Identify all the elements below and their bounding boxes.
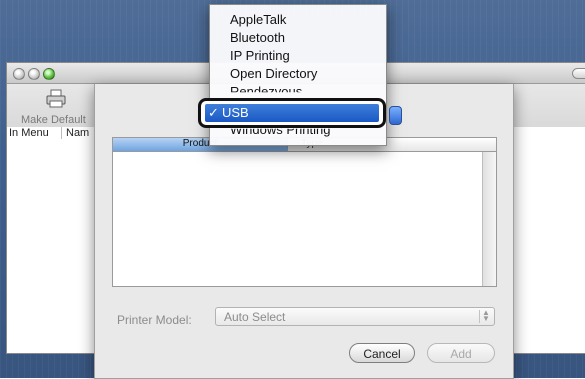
printer-model-select[interactable]: Auto Select ▲ ▼ [215,307,495,326]
column-name[interactable]: Nam [61,127,89,139]
up-down-arrows-icon: ▲ ▼ [479,309,492,323]
menu-item-open-directory[interactable]: Open Directory [230,66,317,81]
checkmark-icon: ✓ [208,105,219,120]
popup-stepper-button[interactable] [389,106,402,125]
table-scrollbar[interactable] [482,152,496,286]
minimize-window-button[interactable] [28,68,40,80]
toolbar-toggle-button[interactable] [572,68,585,79]
menu-item-rendezvous[interactable]: Rendezvous [230,84,302,92]
zoom-window-button[interactable] [43,68,55,80]
menu-item-ip-printing[interactable]: IP Printing [230,48,290,63]
printer-icon[interactable] [45,89,67,109]
menu-item-usb[interactable]: ✓ USB [205,104,379,122]
menu-item-usb-label: USB [222,105,249,120]
cancel-button[interactable]: Cancel [349,343,415,363]
selected-item-highlight: ✓ USB [198,98,386,128]
printer-model-value: Auto Select [224,310,286,324]
add-button[interactable]: Add [427,343,495,363]
menu-item-bluetooth[interactable]: Bluetooth [230,30,285,45]
printer-model-label: Printer Model: [117,313,192,327]
printer-table: Product Type [112,137,497,287]
close-window-button[interactable] [13,68,25,80]
make-default-label[interactable]: Make Default [21,114,86,126]
column-in-menu[interactable]: In Menu [9,127,49,139]
menu-item-appletalk[interactable]: AppleTalk [230,12,286,27]
table-body[interactable] [113,152,482,286]
